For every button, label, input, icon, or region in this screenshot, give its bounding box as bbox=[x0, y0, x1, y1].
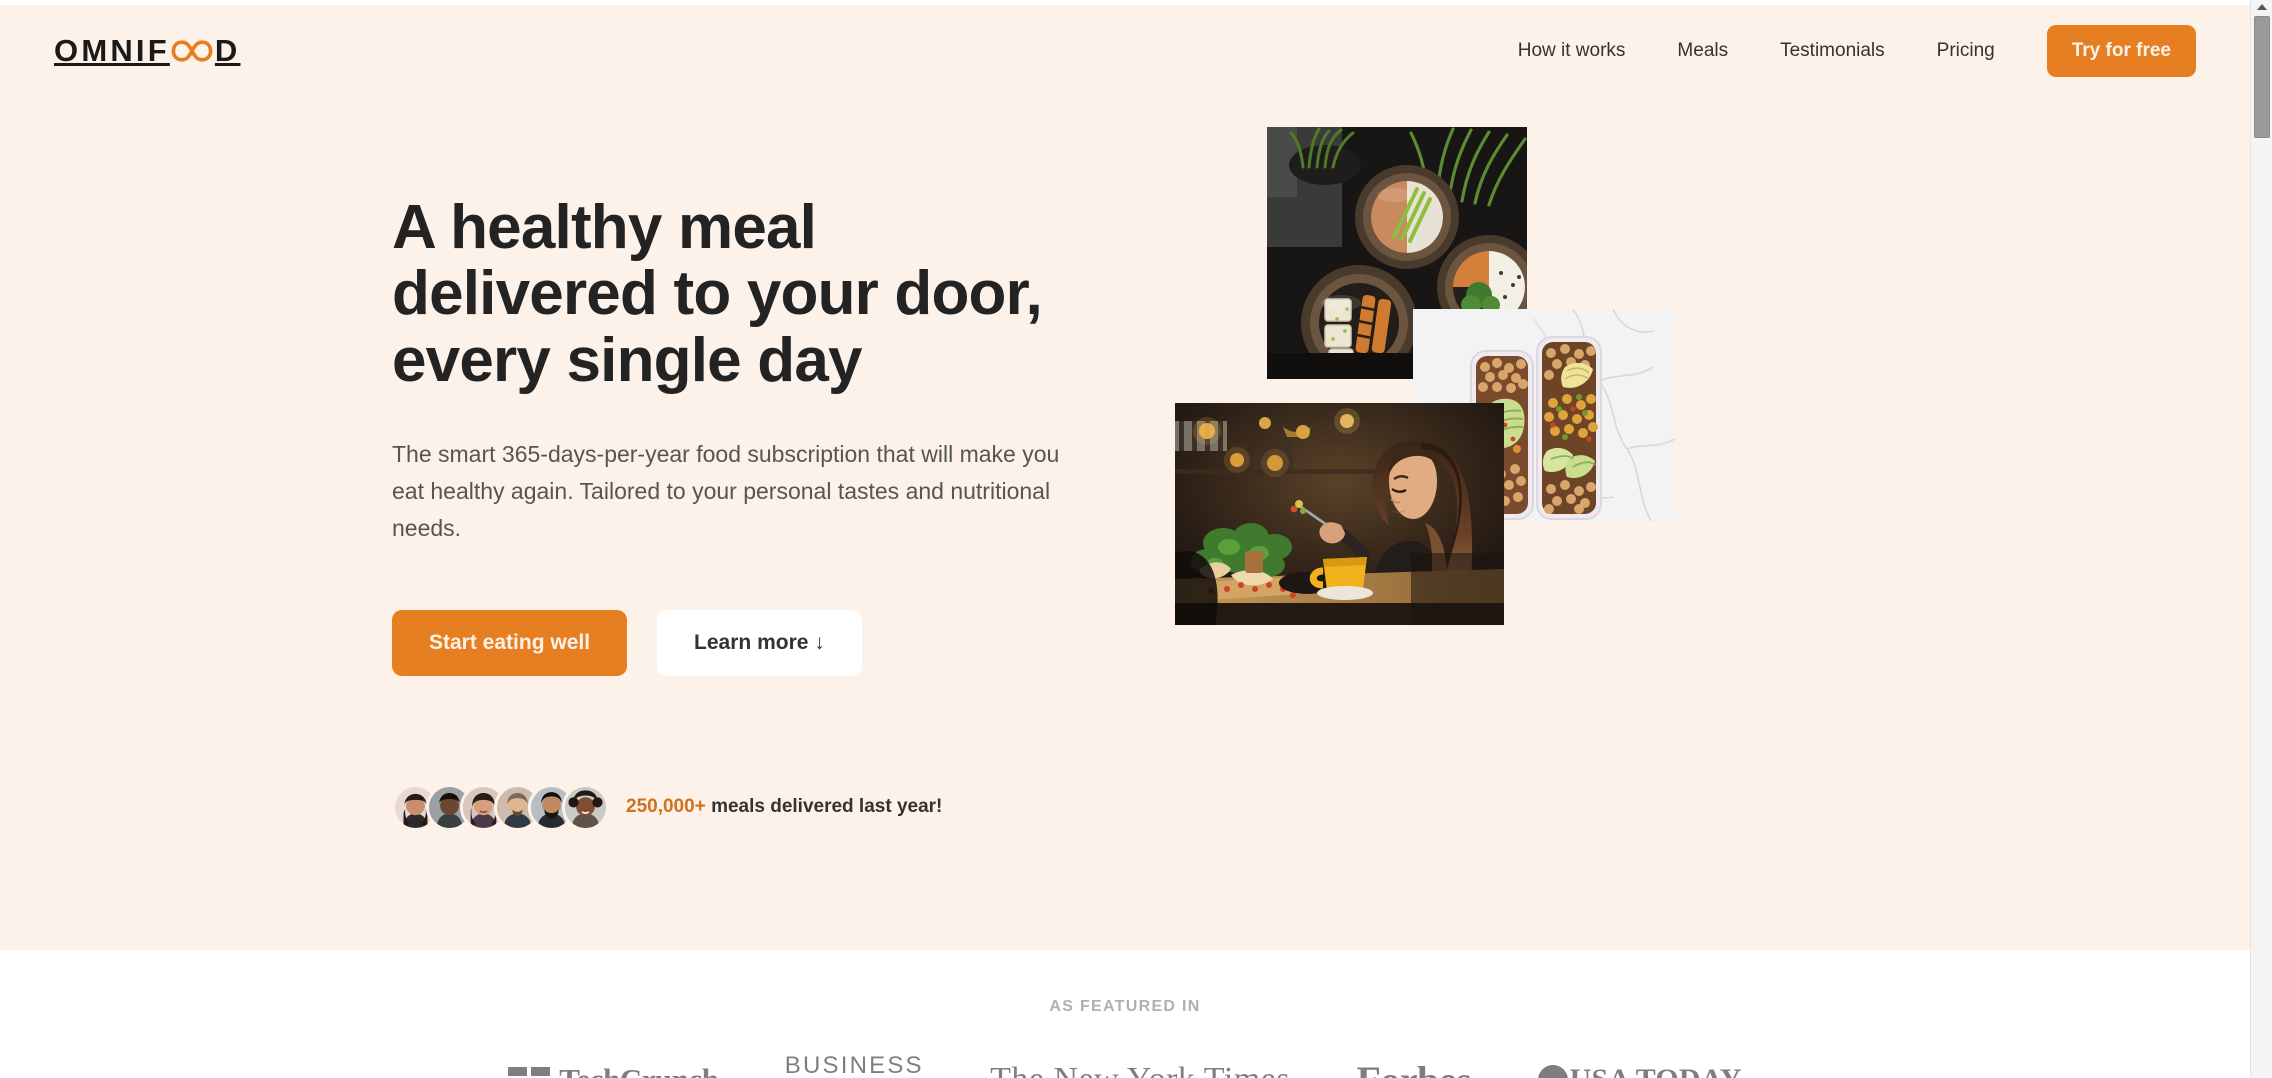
main-navigation: How it works Meals Testimonials Pricing … bbox=[1492, 24, 2196, 77]
hero-description: The smart 365-days-per-year food subscri… bbox=[392, 440, 1060, 542]
customer-avatar-group bbox=[392, 783, 609, 831]
customer-avatar-6 bbox=[562, 783, 609, 831]
vertical-scrollbar[interactable] bbox=[2250, 0, 2272, 1078]
hero-heading: A healthy meal delivered to your door, e… bbox=[392, 193, 1043, 395]
nav-link-meals[interactable]: Meals bbox=[1651, 40, 1754, 62]
browser-viewport: OMNIF D How it works Meals Testimonials … bbox=[0, 0, 2272, 1078]
delivered-label: meals delivered last year! bbox=[711, 796, 943, 818]
techcrunch-logo: TechCrunch bbox=[508, 1062, 719, 1078]
featured-in-section: As featured in TechCrunch BUSINESS INSID… bbox=[0, 950, 2250, 1078]
usa-today-wordmark: USA TODAY bbox=[1570, 1063, 1742, 1078]
nav-link-pricing[interactable]: Pricing bbox=[1911, 40, 2021, 62]
business-insider-logo: BUSINESS INSIDER bbox=[785, 1052, 924, 1078]
hero-image-collage bbox=[1175, 127, 1875, 827]
delivered-text: 250,000+ meals delivered last year! bbox=[626, 796, 942, 818]
delivered-count: 250,000+ bbox=[626, 796, 706, 818]
delivered-stats: 250,000+ meals delivered last year! bbox=[392, 783, 1092, 831]
hero-image-woman-eating bbox=[1175, 403, 1504, 625]
hero-section: OMNIF D How it works Meals Testimonials … bbox=[0, 5, 2250, 950]
omnifood-logo[interactable]: OMNIF D bbox=[54, 35, 240, 66]
techcrunch-wordmark: TechCrunch bbox=[559, 1062, 719, 1078]
start-eating-well-button[interactable]: Start eating well bbox=[392, 609, 628, 676]
try-for-free-button[interactable]: Try for free bbox=[2046, 24, 2196, 77]
learn-more-button[interactable]: Learn more ↓ bbox=[657, 609, 862, 676]
nav-link-how-it-works[interactable]: How it works bbox=[1492, 40, 1652, 62]
usa-today-circle-icon bbox=[1537, 1065, 1568, 1078]
hero-content: A healthy meal delivered to your door, e… bbox=[0, 127, 2250, 915]
featured-in-heading: As featured in bbox=[1049, 998, 1201, 1015]
scroll-up-arrow-icon[interactable] bbox=[2256, 4, 2267, 10]
forbes-logo: Forbes bbox=[1356, 1057, 1471, 1078]
new-york-times-logo: The New York Times bbox=[990, 1061, 1290, 1078]
business-insider-line1: BUSINESS bbox=[784, 1052, 924, 1078]
scrollbar-thumb[interactable] bbox=[2254, 16, 2270, 138]
page-top-edge bbox=[0, 0, 2250, 5]
hero-text-column: A healthy meal delivered to your door, e… bbox=[392, 193, 1092, 831]
usa-today-logo: USA TODAY bbox=[1537, 1063, 1742, 1078]
techcrunch-mark-icon bbox=[508, 1067, 551, 1078]
featured-logo-row: TechCrunch BUSINESS INSIDER The New York… bbox=[475, 1052, 1775, 1078]
infinity-icon bbox=[171, 37, 213, 65]
nav-link-testimonials[interactable]: Testimonials bbox=[1754, 40, 1911, 62]
hero-cta-group: Start eating well Learn more ↓ bbox=[392, 609, 1092, 676]
site-header: OMNIF D How it works Meals Testimonials … bbox=[0, 5, 2250, 96]
logo-text-suffix: D bbox=[214, 33, 241, 68]
logo-text-prefix: OMNIF bbox=[54, 33, 170, 68]
